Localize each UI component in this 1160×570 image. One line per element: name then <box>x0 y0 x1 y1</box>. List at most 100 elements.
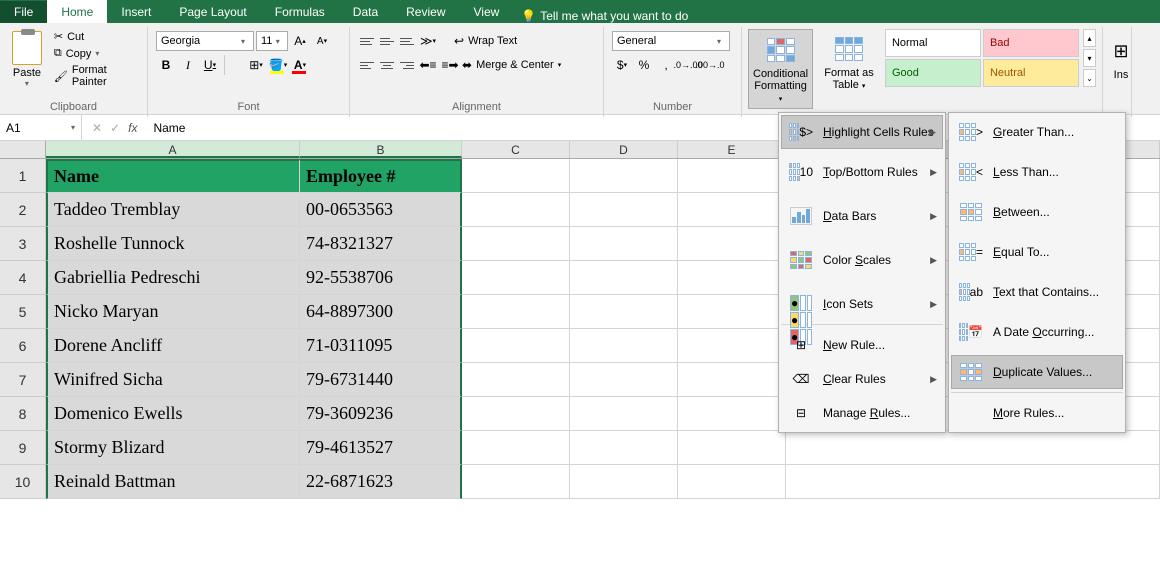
font-color-button[interactable]: A ▾ <box>290 55 310 75</box>
row-header-8[interactable]: 8 <box>0 397 46 431</box>
cell-A2[interactable]: Taddeo Tremblay <box>46 193 300 227</box>
row-header-4[interactable]: 4 <box>0 261 46 295</box>
menu-top-bottom-rules[interactable]: 10 Top/Bottom Rules ▶ <box>781 155 943 189</box>
cell-C3[interactable] <box>462 227 570 261</box>
row-header-7[interactable]: 7 <box>0 363 46 397</box>
tab-page-layout[interactable]: Page Layout <box>165 1 260 23</box>
menu-text-contains[interactable]: ab Text that Contains... <box>951 275 1123 309</box>
menu-data-bars[interactable]: Data Bars ▶ <box>781 199 943 233</box>
cell-styles-gallery[interactable]: Normal Bad Good Neutral <box>885 29 1079 87</box>
cell-A7[interactable]: Winifred Sicha <box>46 363 300 397</box>
cell-D8[interactable] <box>570 397 678 431</box>
insert-button[interactable]: ⊞ Ins <box>1109 31 1133 85</box>
merge-center-button[interactable]: ⬌ Merge & Center ▾ <box>462 55 561 75</box>
tab-view[interactable]: View <box>460 1 514 23</box>
cell-A6[interactable]: Dorene Ancliff <box>46 329 300 363</box>
italic-button[interactable]: I <box>178 55 198 75</box>
cell-A3[interactable]: Roshelle Tunnock <box>46 227 300 261</box>
align-bottom-button[interactable] <box>398 32 416 50</box>
cell-E5[interactable] <box>678 295 786 329</box>
menu-highlight-cells-rules[interactable]: $> Highlight Cells Rules ▶ <box>781 115 943 149</box>
conditional-formatting-button[interactable]: Conditional Formatting ▾ <box>748 29 813 109</box>
cell-D6[interactable] <box>570 329 678 363</box>
menu-icon-sets[interactable]: ●●● Icon Sets ▶ <box>781 287 943 321</box>
menu-duplicate-values[interactable]: Duplicate Values... <box>951 355 1123 389</box>
row-header-9[interactable]: 9 <box>0 431 46 465</box>
cell-E3[interactable] <box>678 227 786 261</box>
cell-E6[interactable] <box>678 329 786 363</box>
cell-C9[interactable] <box>462 431 570 465</box>
cancel-formula-icon[interactable]: ✕ <box>92 121 102 135</box>
align-center-button[interactable] <box>378 56 396 74</box>
align-left-button[interactable] <box>358 56 376 74</box>
cell-B2[interactable]: 00-0653563 <box>300 193 462 227</box>
cell-C8[interactable] <box>462 397 570 431</box>
tab-file[interactable]: File <box>0 1 47 23</box>
decrease-indent-button[interactable]: ⬅≡ <box>418 55 438 75</box>
tab-review[interactable]: Review <box>392 1 459 23</box>
currency-button[interactable]: $▾ <box>612 55 632 75</box>
cell-D10[interactable] <box>570 465 678 499</box>
cell-E7[interactable] <box>678 363 786 397</box>
name-box[interactable]: A1 ▾ <box>0 115 82 140</box>
underline-button[interactable]: U▾ <box>200 55 220 75</box>
menu-between[interactable]: Between... <box>951 195 1123 229</box>
gallery-up-icon[interactable]: ▴ <box>1083 29 1096 47</box>
cell-D1[interactable] <box>570 159 678 193</box>
cell-B5[interactable]: 64-8897300 <box>300 295 462 329</box>
cell-D4[interactable] <box>570 261 678 295</box>
paste-button[interactable]: Paste ▾ <box>6 29 48 90</box>
menu-color-scales[interactable]: Color Scales ▶ <box>781 243 943 277</box>
style-normal[interactable]: Normal <box>885 29 981 57</box>
format-painter-button[interactable]: 🖌 Format Painter <box>52 63 141 89</box>
cell-D5[interactable] <box>570 295 678 329</box>
cell-E10[interactable] <box>678 465 786 499</box>
fx-icon[interactable]: fx <box>128 121 137 135</box>
style-gallery-nav[interactable]: ▴ ▾ ⌄ <box>1083 29 1096 87</box>
cell-B3[interactable]: 74-8321327 <box>300 227 462 261</box>
increase-font-button[interactable]: A▴ <box>290 31 310 51</box>
cell-B7[interactable]: 79-6731440 <box>300 363 462 397</box>
cell-A4[interactable]: Gabriellia Pedreschi <box>46 261 300 295</box>
col-header-E[interactable]: E <box>678 141 786 158</box>
cell-E9[interactable] <box>678 431 786 465</box>
cell-E1[interactable] <box>678 159 786 193</box>
cell-E2[interactable] <box>678 193 786 227</box>
row-header-1[interactable]: 1 <box>0 159 46 193</box>
decrease-decimal-button[interactable]: .00→.0 <box>700 55 720 75</box>
align-middle-button[interactable] <box>378 32 396 50</box>
cell-C7[interactable] <box>462 363 570 397</box>
row-header-10[interactable]: 10 <box>0 465 46 499</box>
menu-clear-rules[interactable]: ⌫ Clear Rules ▶ <box>781 362 943 396</box>
cell-B9[interactable]: 79-4613527 <box>300 431 462 465</box>
cell-A5[interactable]: Nicko Maryan <box>46 295 300 329</box>
align-top-button[interactable] <box>358 32 376 50</box>
col-header-A[interactable]: A <box>46 141 300 158</box>
cut-button[interactable]: ✂ Cut <box>52 29 141 44</box>
font-name-combo[interactable]: Georgia ▾ <box>156 31 254 51</box>
menu-more-rules[interactable]: More Rules... <box>951 396 1123 430</box>
row-header-2[interactable]: 2 <box>0 193 46 227</box>
cell-D2[interactable] <box>570 193 678 227</box>
cell-E4[interactable] <box>678 261 786 295</box>
cell-remainder[interactable] <box>786 465 1160 499</box>
cell-B6[interactable]: 71-0311095 <box>300 329 462 363</box>
col-header-B[interactable]: B <box>300 141 462 158</box>
menu-new-rule[interactable]: ⊞ New Rule... <box>781 328 943 362</box>
cell-B8[interactable]: 79-3609236 <box>300 397 462 431</box>
menu-equal-to[interactable]: = Equal To... <box>951 235 1123 269</box>
cell-B1[interactable]: Employee # <box>300 159 462 193</box>
row-header-3[interactable]: 3 <box>0 227 46 261</box>
copy-button[interactable]: ⧉ Copy ▾ <box>52 46 141 61</box>
cell-D3[interactable] <box>570 227 678 261</box>
font-size-combo[interactable]: 11 ▾ <box>256 31 288 51</box>
tab-data[interactable]: Data <box>339 1 392 23</box>
cell-C5[interactable] <box>462 295 570 329</box>
row-header-6[interactable]: 6 <box>0 329 46 363</box>
cell-E8[interactable] <box>678 397 786 431</box>
cell-C10[interactable] <box>462 465 570 499</box>
cell-A1[interactable]: Name <box>46 159 300 193</box>
enter-formula-icon[interactable]: ✓ <box>110 121 120 135</box>
gallery-more-icon[interactable]: ⌄ <box>1083 69 1096 87</box>
cell-D9[interactable] <box>570 431 678 465</box>
